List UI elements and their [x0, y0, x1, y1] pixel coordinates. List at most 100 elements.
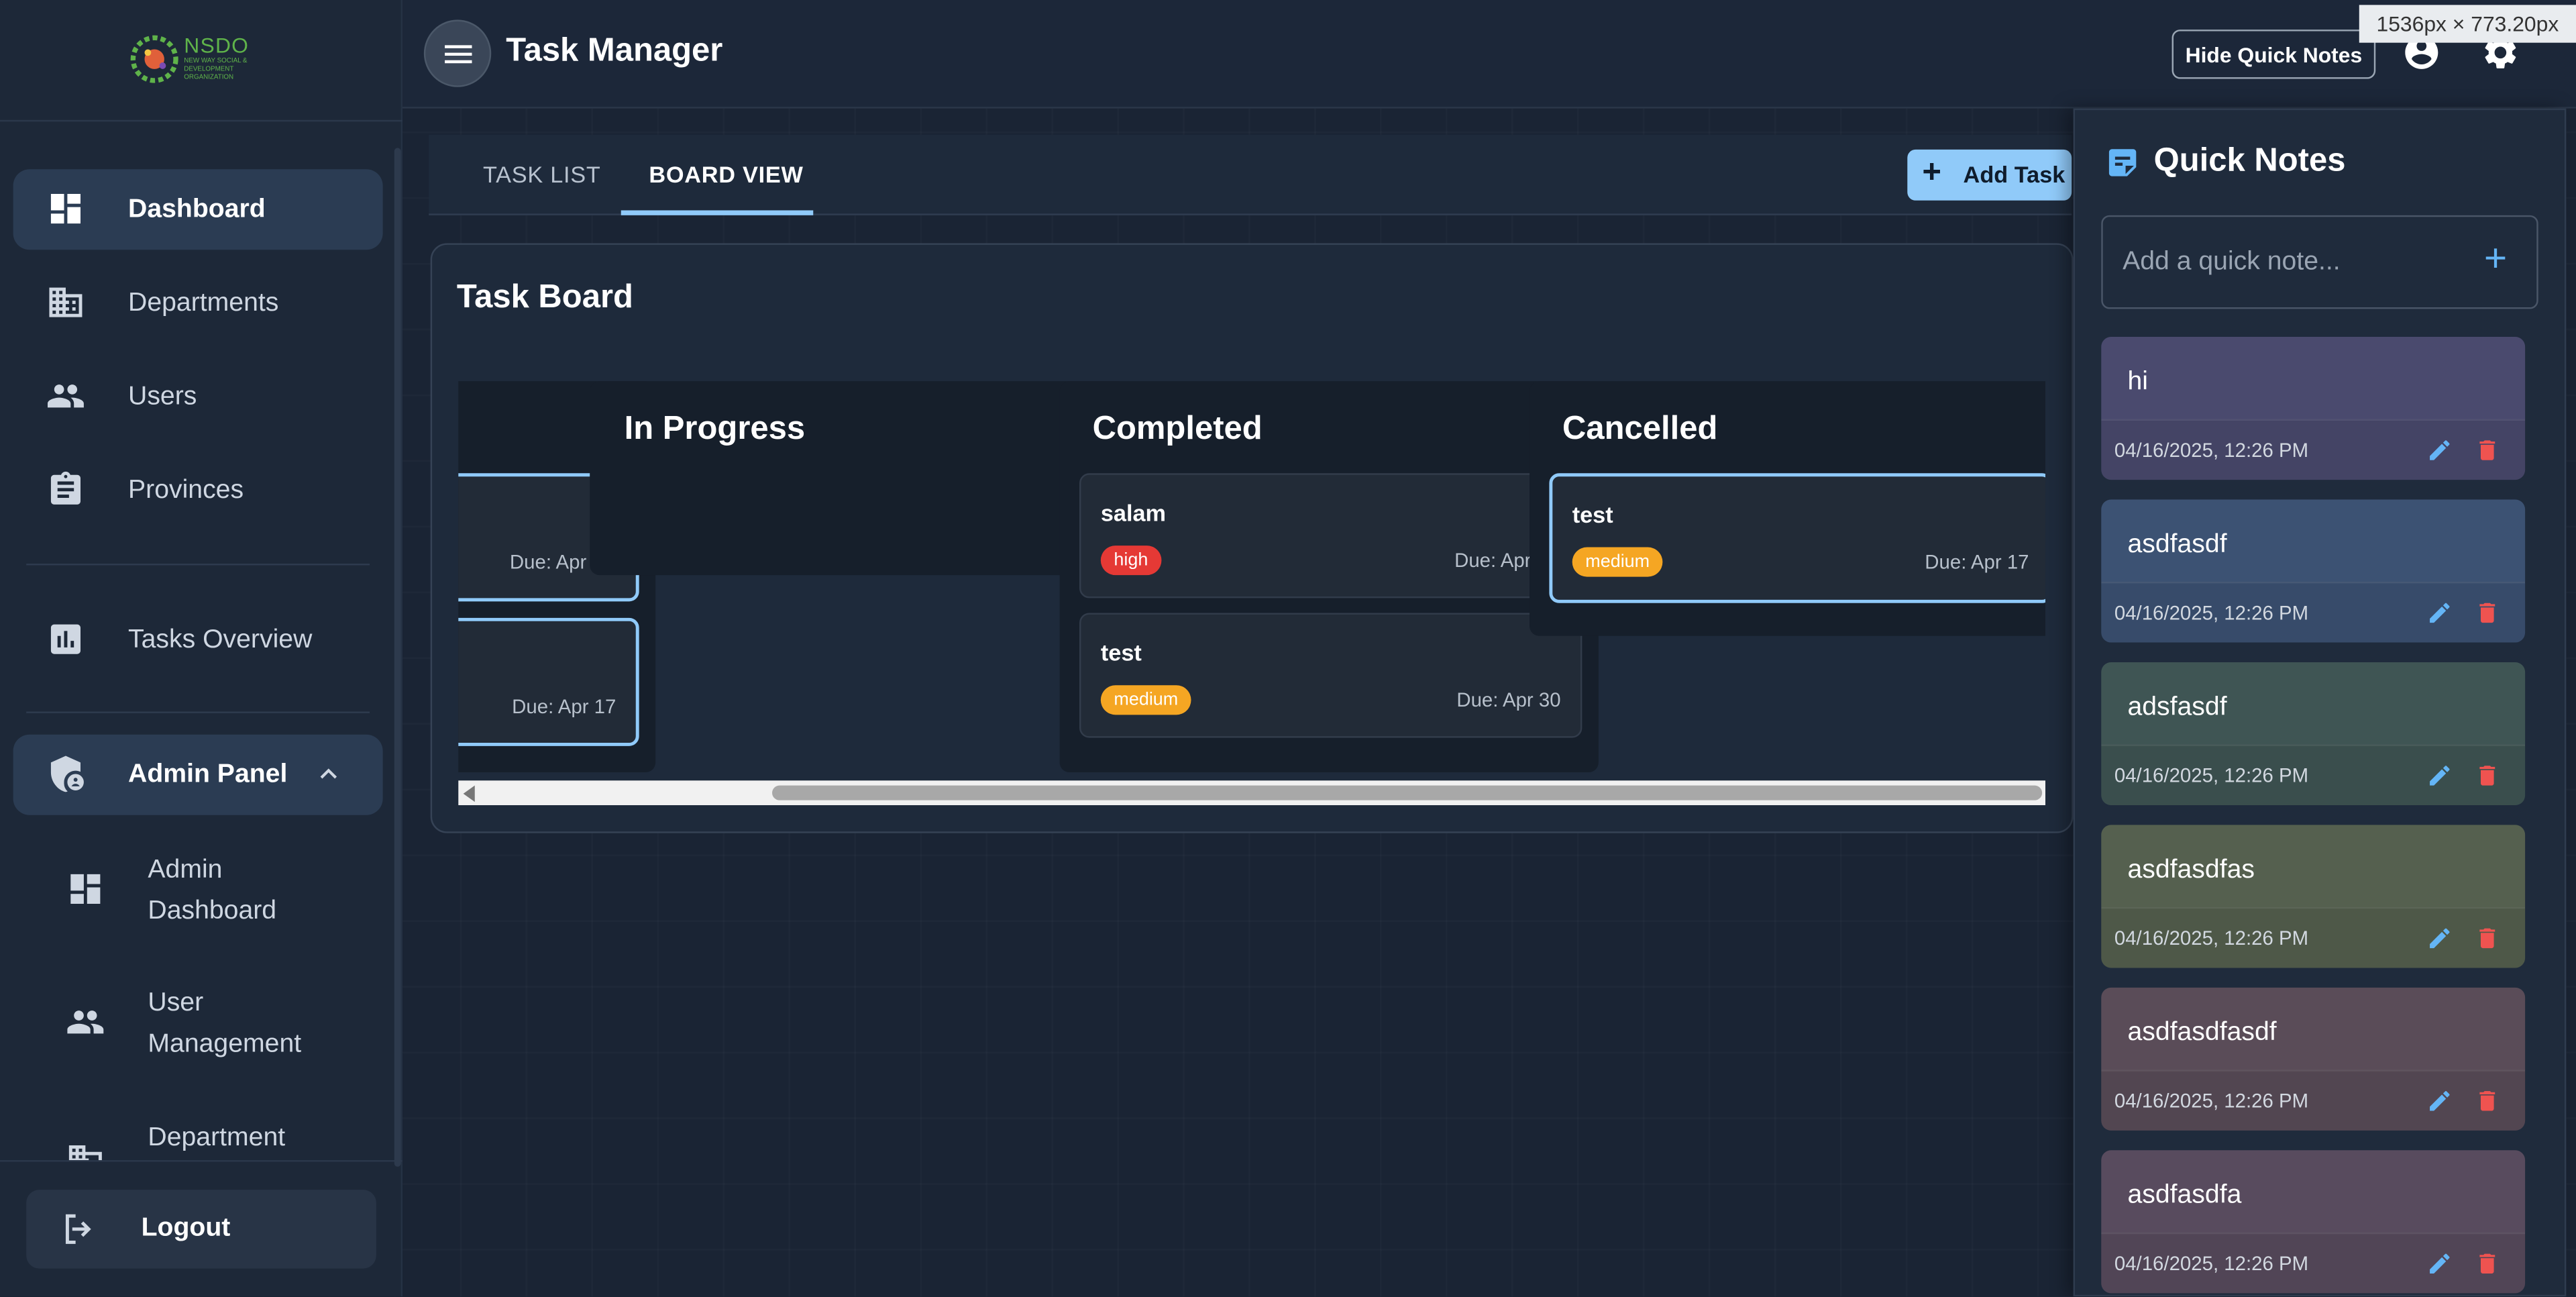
task-card[interactable]: Due: Apr 17 — [458, 617, 639, 746]
note-text: hi — [2127, 368, 2148, 397]
users-icon — [67, 1010, 104, 1034]
note-text: asdfasdfa — [2127, 1181, 2242, 1210]
sidebar-item-provinces[interactable]: Provinces — [13, 450, 383, 531]
note-footer: 04/16/2025, 12:26 PM — [2101, 1070, 2526, 1131]
task-card[interactable]: test medium Due: Apr 30 — [1079, 613, 1582, 738]
sidebar-item-departments[interactable]: Departments — [13, 263, 383, 344]
scrollbar-thumb[interactable] — [772, 785, 2043, 800]
board-horizontal-scrollbar[interactable] — [458, 780, 2046, 806]
note-date: 04/16/2025, 12:26 PM — [2114, 764, 2309, 788]
task-due-date: Due: Apr — [1454, 548, 1532, 572]
note-footer: 04/16/2025, 12:26 PM — [2101, 419, 2526, 480]
logo-subtitle: NEW WAY SOCIAL & DEVELOPMENT ORGANIZATIO… — [184, 56, 248, 81]
sidebar-subitem-user-management[interactable]: User Management — [49, 983, 378, 1065]
priority-badge: medium — [1572, 547, 1663, 577]
edit-pencil-icon[interactable] — [2426, 925, 2453, 951]
delete-trash-icon[interactable] — [2474, 762, 2500, 788]
note-card: asdfasdfas 04/16/2025, 12:26 PM — [2101, 825, 2526, 968]
column-title: Completed — [1092, 411, 1263, 448]
sidebar-item-tasks-overview[interactable]: Tasks Overview — [13, 600, 383, 680]
note-date: 04/16/2025, 12:26 PM — [2114, 1252, 2309, 1276]
building-icon — [49, 287, 83, 317]
chevron-up-icon[interactable] — [312, 758, 345, 790]
quick-note-input[interactable] — [2123, 243, 2484, 283]
sidebar-subitem-label: Admin Dashboard — [148, 855, 277, 925]
menu-button[interactable] — [423, 19, 492, 87]
tab-task-list[interactable]: TASK LIST — [483, 161, 601, 187]
sidebar-item-users[interactable]: Users — [13, 356, 383, 437]
scroll-left-arrow-icon[interactable] — [463, 785, 475, 802]
note-card: hi 04/16/2025, 12:26 PM — [2101, 337, 2526, 480]
edit-pencil-icon[interactable] — [2426, 1251, 2453, 1277]
logout-button[interactable]: Logout — [26, 1190, 376, 1269]
edit-pencil-icon[interactable] — [2426, 1088, 2453, 1114]
column-title: Cancelled — [1562, 411, 1718, 448]
quick-note-field — [2101, 215, 2538, 309]
note-text: asdfasdfasdf — [2127, 1019, 2277, 1047]
note-card: asdfasdf 04/16/2025, 12:26 PM — [2101, 499, 2526, 643]
board-column: In Progress — [590, 381, 1129, 576]
task-due-date: Due: Apr — [509, 550, 587, 574]
edit-pencil-icon[interactable] — [2426, 437, 2453, 463]
add-task-button[interactable]: + Add Task — [1907, 149, 2072, 201]
logout-label: Logout — [141, 1214, 231, 1243]
sidebar-item-dashboard[interactable]: Dashboard — [13, 169, 383, 250]
dimension-readout: 1536px × 773.20px — [2359, 5, 2576, 43]
page-title: Task Manager — [506, 32, 723, 69]
board-title: Task Board — [456, 279, 633, 316]
sidebar-item-label: Provinces — [128, 475, 244, 504]
active-tab-indicator — [621, 210, 814, 215]
sidebar: NSDO NEW WAY SOCIAL & DEVELOPMENT ORGANI… — [0, 0, 403, 1297]
column-title: In Progress — [624, 411, 806, 448]
board-columns-viewport: Due: Apr Due: Apr 17 In Progress Complet… — [458, 374, 2046, 810]
note-footer: 04/16/2025, 12:26 PM — [2101, 906, 2526, 968]
plus-icon: + — [1922, 154, 1941, 191]
priority-badge: medium — [1100, 685, 1191, 715]
quick-notes-title: Quick Notes — [2153, 143, 2346, 179]
edit-pencil-icon[interactable] — [2426, 762, 2453, 788]
admin-shield-icon — [50, 756, 84, 792]
sidebar-subitem-admin-dashboard[interactable]: Admin Dashboard — [49, 849, 378, 931]
note-date: 04/16/2025, 12:26 PM — [2114, 438, 2309, 462]
tab-board-view[interactable]: BOARD VIEW — [649, 161, 803, 187]
task-title: test — [1100, 639, 1142, 666]
bar-chart-icon — [50, 624, 81, 654]
note-date: 04/16/2025, 12:26 PM — [2114, 601, 2309, 625]
sidebar-subitem-label: Department — [148, 1124, 286, 1152]
note-text: asdfasdfas — [2127, 855, 2255, 884]
board-column: Completed salam high Due: Apr test mediu… — [1059, 381, 1599, 773]
sidebar-scrollbar[interactable] — [394, 148, 401, 1167]
add-note-plus-icon[interactable]: + — [2484, 239, 2517, 278]
delete-trash-icon[interactable] — [2474, 925, 2500, 951]
sidebar-item-label: Dashboard — [128, 195, 266, 223]
task-due-date: Due: Apr 30 — [1456, 688, 1561, 712]
task-card[interactable]: salam high Due: Apr — [1079, 473, 1582, 599]
note-text: adsfasdf — [2127, 693, 2227, 722]
sidebar-item-label: Departments — [128, 288, 279, 317]
task-title: salam — [1100, 499, 1167, 526]
task-due-date: Due: Apr 17 — [1925, 550, 2029, 574]
note-card: adsfasdf 04/16/2025, 12:26 PM — [2101, 662, 2526, 806]
note-date: 04/16/2025, 12:26 PM — [2114, 927, 2309, 950]
board-column: Cancelled test medium Due: Apr 17 — [1529, 381, 2046, 636]
task-card[interactable]: test medium Due: Apr 17 — [1549, 473, 2046, 603]
hide-quick-notes-button[interactable]: Hide Quick Notes — [2171, 30, 2376, 79]
task-title: test — [1572, 501, 1613, 528]
note-footer: 04/16/2025, 12:26 PM — [2101, 744, 2526, 806]
dashboard-icon — [50, 193, 81, 224]
sidebar-divider — [0, 1159, 403, 1162]
note-card: asdfasdfa 04/16/2025, 12:26 PM — [2101, 1150, 2526, 1294]
edit-pencil-icon[interactable] — [2426, 600, 2453, 626]
sidebar-divider — [26, 711, 370, 713]
sidebar-subitem-department[interactable]: Department — [49, 1117, 378, 1160]
sidebar-item-admin-panel[interactable]: Admin Panel — [13, 734, 383, 815]
delete-trash-icon[interactable] — [2474, 1088, 2500, 1114]
clipboard-icon — [50, 471, 81, 505]
delete-trash-icon[interactable] — [2474, 437, 2500, 463]
sidebar-divider — [26, 564, 370, 566]
delete-trash-icon[interactable] — [2474, 600, 2500, 626]
note-footer: 04/16/2025, 12:26 PM — [2101, 581, 2526, 643]
delete-trash-icon[interactable] — [2474, 1251, 2500, 1277]
task-due-date: Due: Apr 17 — [512, 694, 616, 719]
priority-badge: high — [1100, 546, 1161, 576]
